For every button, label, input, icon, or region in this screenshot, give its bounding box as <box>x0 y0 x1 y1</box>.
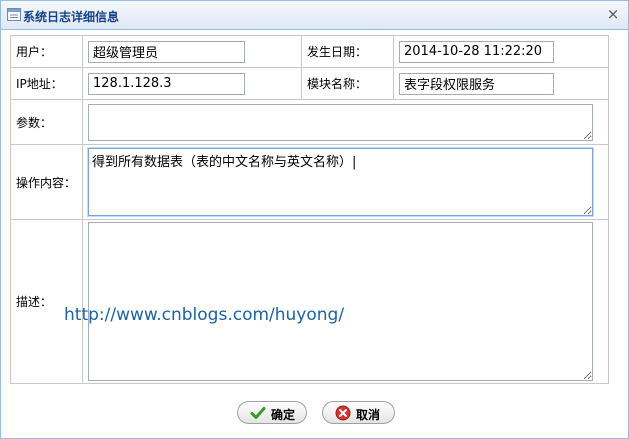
date-field[interactable] <box>399 40 554 63</box>
log-detail-dialog: 系统日志详细信息 × 用户： 发生日期： IP地址： 模块名称： 参数： <box>0 0 629 439</box>
log-detail-form: 用户： 发生日期： IP地址： 模块名称： 参数： <box>10 35 609 384</box>
module-cell <box>393 67 609 100</box>
dialog-title: 系统日志详细信息 <box>23 10 120 24</box>
window-icon <box>7 8 21 21</box>
date-label: 发生日期： <box>301 35 394 68</box>
params-label: 参数： <box>10 99 83 145</box>
close-icon[interactable]: × <box>606 6 620 22</box>
ok-button[interactable]: 确定 <box>237 401 307 424</box>
date-cell <box>393 35 609 68</box>
user-cell <box>82 35 302 68</box>
user-label: 用户： <box>10 35 83 68</box>
ok-button-label: 确定 <box>271 408 296 422</box>
description-label: 描述： <box>10 219 83 384</box>
dialog-titlebar[interactable]: 系统日志详细信息 × <box>1 1 628 30</box>
module-label: 模块名称： <box>301 67 394 100</box>
operation-label: 操作内容： <box>10 144 83 220</box>
params-cell <box>82 99 609 145</box>
ip-cell <box>82 67 302 100</box>
user-field[interactable] <box>88 40 245 63</box>
operation-field[interactable]: 得到所有数据表（表的中文名称与英文名称）| <box>88 148 593 216</box>
cancel-button[interactable]: 取消 <box>322 401 395 424</box>
cancel-button-label: 取消 <box>356 408 381 422</box>
ip-field[interactable] <box>88 72 245 95</box>
ip-label: IP地址： <box>10 67 83 100</box>
operation-cell: 得到所有数据表（表的中文名称与英文名称）| <box>82 144 609 220</box>
module-field[interactable] <box>399 72 554 95</box>
watermark-link: http://www.cnblogs.com/huyong/ <box>64 305 345 325</box>
params-field[interactable] <box>88 103 593 141</box>
checkmark-icon <box>250 407 266 419</box>
dialog-footer: 确定 取消 <box>1 389 628 438</box>
description-field[interactable] <box>88 222 593 381</box>
description-cell <box>82 219 609 384</box>
cancel-icon <box>335 405 351 421</box>
